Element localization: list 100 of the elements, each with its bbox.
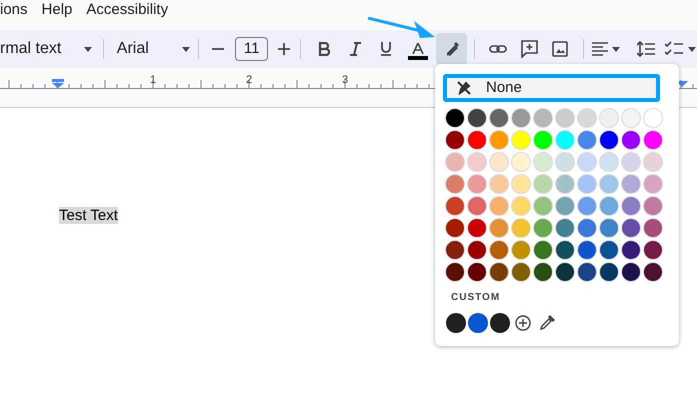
- color-swatch[interactable]: [467, 130, 487, 150]
- color-swatch[interactable]: [599, 152, 619, 172]
- color-swatch[interactable]: [489, 240, 509, 260]
- color-swatch[interactable]: [555, 240, 575, 260]
- color-swatch[interactable]: [489, 174, 509, 194]
- color-swatch[interactable]: [533, 152, 553, 172]
- color-swatch[interactable]: [511, 152, 531, 172]
- menu-item[interactable]: Help: [42, 0, 72, 22]
- style-dropdown[interactable]: rmal text: [0, 37, 96, 61]
- plus-icon[interactable]: [277, 42, 292, 56]
- color-swatch[interactable]: [577, 152, 597, 172]
- color-swatch[interactable]: [511, 108, 531, 128]
- color-swatch[interactable]: [621, 174, 641, 194]
- color-swatch[interactable]: [467, 152, 487, 172]
- color-swatch[interactable]: [555, 108, 575, 128]
- color-swatch[interactable]: [533, 196, 553, 216]
- color-swatch[interactable]: [577, 262, 597, 282]
- color-swatch[interactable]: [577, 108, 597, 128]
- color-swatch[interactable]: [621, 240, 641, 260]
- color-swatch[interactable]: [467, 108, 487, 128]
- color-swatch[interactable]: [577, 174, 597, 194]
- color-swatch[interactable]: [577, 240, 597, 260]
- color-swatch[interactable]: [533, 262, 553, 282]
- color-swatch[interactable]: [489, 152, 509, 172]
- color-swatch[interactable]: [533, 130, 553, 150]
- color-swatch[interactable]: [599, 218, 619, 238]
- line-spacing-button[interactable]: [637, 41, 656, 57]
- none-option[interactable]: None: [443, 74, 660, 102]
- color-swatch[interactable]: [511, 218, 531, 238]
- color-swatch[interactable]: [599, 196, 619, 216]
- color-swatch[interactable]: [643, 152, 663, 172]
- checklist-button[interactable]: [665, 41, 697, 57]
- color-swatch[interactable]: [599, 108, 619, 128]
- color-swatch[interactable]: [643, 262, 663, 282]
- color-swatch[interactable]: [511, 240, 531, 260]
- indent-marker-icon[interactable]: [676, 78, 688, 87]
- custom-color-swatch[interactable]: [490, 313, 510, 333]
- menu-item[interactable]: Accessibility: [86, 0, 168, 22]
- color-swatch[interactable]: [621, 152, 641, 172]
- color-swatch[interactable]: [445, 262, 465, 282]
- pen-button[interactable]: [436, 33, 468, 65]
- color-swatch[interactable]: [489, 130, 509, 150]
- color-swatch[interactable]: [577, 196, 597, 216]
- color-swatch[interactable]: [599, 174, 619, 194]
- color-swatch[interactable]: [467, 196, 487, 216]
- color-swatch[interactable]: [643, 174, 663, 194]
- color-swatch[interactable]: [467, 218, 487, 238]
- color-swatch[interactable]: [555, 130, 575, 150]
- color-swatch[interactable]: [511, 174, 531, 194]
- color-swatch[interactable]: [489, 218, 509, 238]
- color-swatch[interactable]: [511, 196, 531, 216]
- color-swatch[interactable]: [643, 196, 663, 216]
- color-swatch[interactable]: [643, 130, 663, 150]
- color-swatch[interactable]: [621, 196, 641, 216]
- color-swatch[interactable]: [555, 196, 575, 216]
- eyedropper-icon[interactable]: [539, 315, 555, 331]
- font-size-field[interactable]: 11: [235, 37, 268, 61]
- indent-marker-icon[interactable]: [52, 79, 64, 88]
- color-swatch[interactable]: [599, 240, 619, 260]
- color-swatch[interactable]: [555, 262, 575, 282]
- color-swatch[interactable]: [511, 262, 531, 282]
- color-swatch[interactable]: [533, 240, 553, 260]
- color-swatch[interactable]: [533, 174, 553, 194]
- color-swatch[interactable]: [643, 108, 663, 128]
- color-swatch[interactable]: [599, 130, 619, 150]
- color-swatch[interactable]: [577, 130, 597, 150]
- color-swatch[interactable]: [489, 108, 509, 128]
- color-swatch[interactable]: [555, 218, 575, 238]
- custom-color-swatch[interactable]: [446, 313, 466, 333]
- color-swatch[interactable]: [621, 218, 641, 238]
- color-swatch[interactable]: [555, 174, 575, 194]
- color-swatch[interactable]: [445, 196, 465, 216]
- color-swatch[interactable]: [533, 108, 553, 128]
- color-swatch[interactable]: [577, 218, 597, 238]
- color-swatch[interactable]: [467, 174, 487, 194]
- color-swatch[interactable]: [621, 108, 641, 128]
- color-swatch[interactable]: [445, 218, 465, 238]
- color-swatch[interactable]: [489, 196, 509, 216]
- font-dropdown[interactable]: Arial: [110, 37, 192, 61]
- color-swatch[interactable]: [467, 262, 487, 282]
- color-swatch[interactable]: [467, 240, 487, 260]
- color-swatch[interactable]: [445, 130, 465, 150]
- color-swatch[interactable]: [445, 152, 465, 172]
- color-swatch[interactable]: [445, 240, 465, 260]
- color-swatch[interactable]: [489, 262, 509, 282]
- add-icon[interactable]: [515, 315, 531, 331]
- color-swatch[interactable]: [511, 130, 531, 150]
- custom-color-swatch[interactable]: [468, 313, 488, 333]
- text-color-button[interactable]: [408, 42, 428, 60]
- color-swatch[interactable]: [555, 152, 575, 172]
- color-swatch[interactable]: [445, 108, 465, 128]
- color-swatch[interactable]: [599, 262, 619, 282]
- menu-item[interactable]: ions: [0, 0, 28, 22]
- color-swatch[interactable]: [445, 174, 465, 194]
- color-swatch[interactable]: [533, 218, 553, 238]
- color-swatch[interactable]: [643, 240, 663, 260]
- color-swatch[interactable]: [621, 130, 641, 150]
- color-swatch[interactable]: [621, 262, 641, 282]
- align-button[interactable]: [592, 42, 622, 56]
- color-swatch[interactable]: [643, 218, 663, 238]
